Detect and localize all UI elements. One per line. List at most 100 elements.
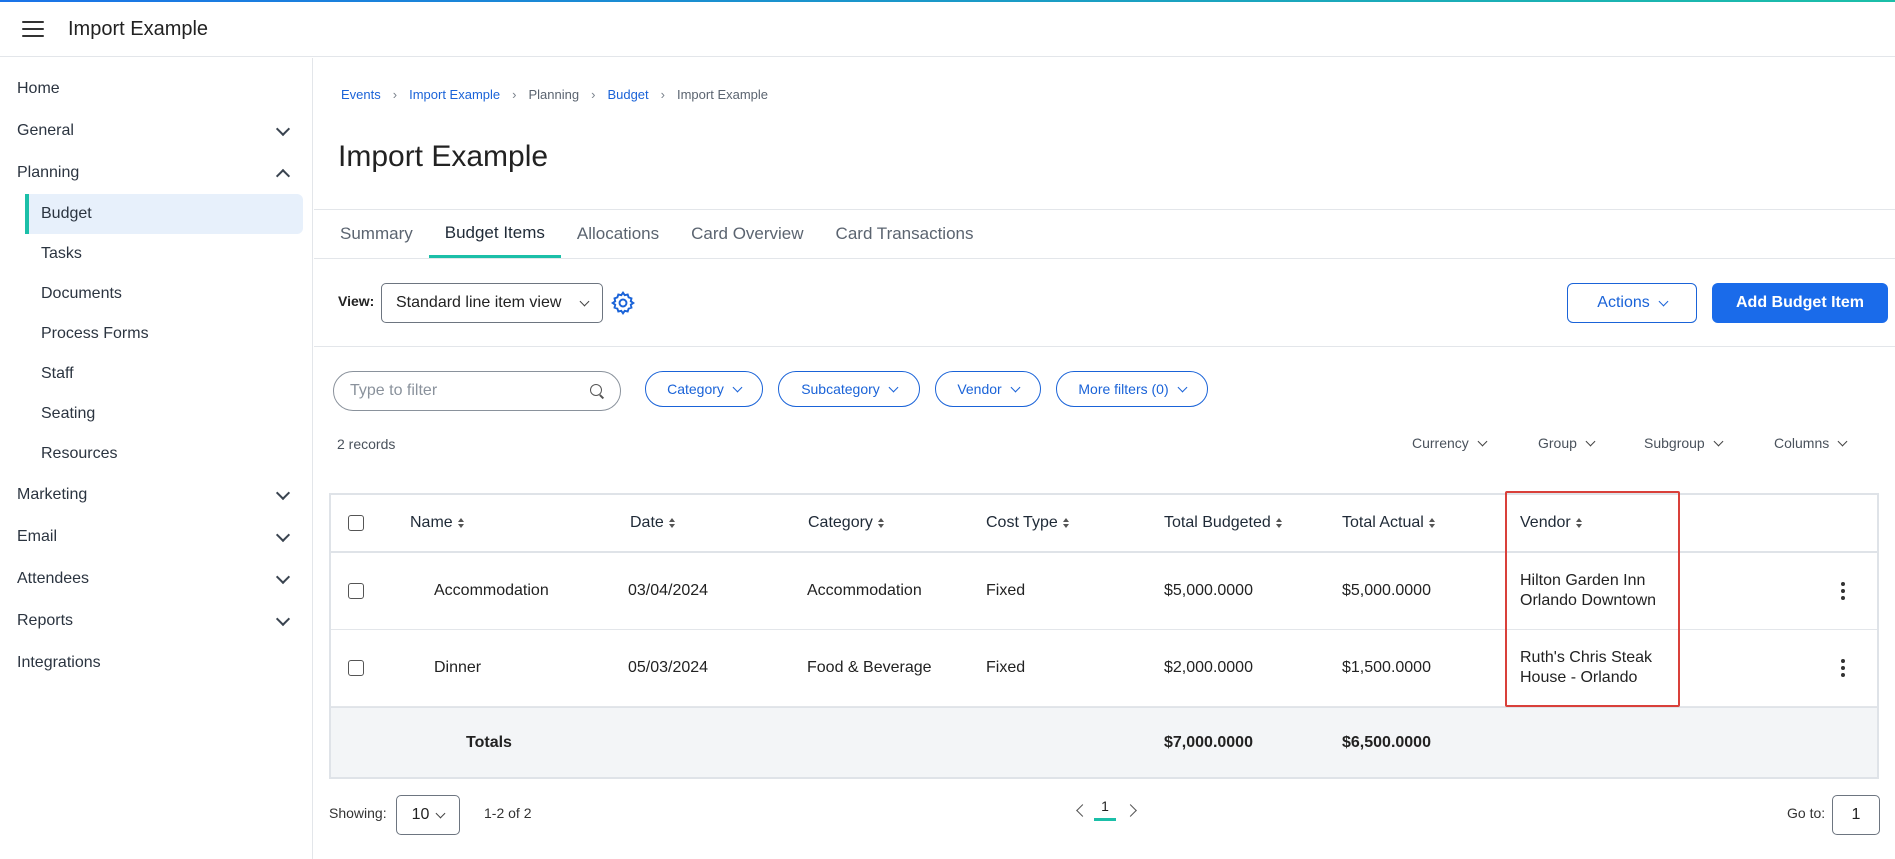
- page-range: 1-2 of 2: [484, 805, 532, 821]
- sidebar-item-attendees[interactable]: Attendees: [0, 558, 312, 600]
- add-budget-item-button[interactable]: Add Budget Item: [1712, 283, 1888, 323]
- sidebar-item-budget[interactable]: Budget: [25, 194, 303, 234]
- totals-label: Totals: [466, 733, 512, 751]
- records-count: 2 records: [337, 436, 396, 452]
- column-header-vendor[interactable]: Vendor: [1520, 514, 1582, 532]
- breadcrumb-event[interactable]: Import Example: [409, 87, 500, 102]
- sidebar-item-email[interactable]: Email: [0, 516, 312, 558]
- sidebar-item-resources[interactable]: Resources: [25, 434, 303, 474]
- chevron-down-icon: [1658, 296, 1669, 306]
- sidebar-item-reports[interactable]: Reports: [0, 600, 312, 642]
- subgroup-option[interactable]: Subgroup: [1644, 435, 1724, 451]
- cell-vendor: Ruth's Chris Steak House - Orlando: [1520, 649, 1652, 686]
- filter-vendor[interactable]: Vendor: [935, 371, 1041, 407]
- cell-cost-type: Fixed: [986, 582, 1026, 599]
- sort-icon: [1575, 518, 1582, 528]
- page-title: Import Example: [338, 140, 549, 173]
- totals-row: Totals $7,000.0000 $6,500.0000: [331, 707, 1877, 777]
- filter-input[interactable]: Type to filter: [333, 371, 621, 411]
- sidebar-item-home[interactable]: Home: [0, 68, 312, 110]
- chevron-down-icon: [275, 121, 291, 136]
- column-header-cost-type[interactable]: Cost Type: [986, 514, 1069, 532]
- sort-icon: [877, 518, 884, 528]
- view-toolbar: View: Standard line item view Actions Ad…: [314, 259, 1895, 347]
- chevron-down-icon: [1713, 436, 1724, 446]
- tab-card-overview[interactable]: Card Overview: [675, 210, 819, 258]
- sidebar-item-integrations[interactable]: Integrations: [0, 642, 312, 684]
- tab-budget-items[interactable]: Budget Items: [428, 210, 561, 258]
- tab-card-transactions[interactable]: Card Transactions: [820, 210, 990, 258]
- gear-icon[interactable]: [610, 290, 636, 316]
- sidebar-item-tasks[interactable]: Tasks: [25, 234, 303, 274]
- cell-name: Accommodation: [434, 582, 549, 599]
- chevron-left-icon[interactable]: [1076, 804, 1089, 817]
- column-header-date[interactable]: Date: [630, 514, 675, 532]
- hamburger-menu-icon[interactable]: [22, 21, 44, 37]
- cell-name: Dinner: [434, 659, 482, 676]
- row-checkbox[interactable]: [348, 583, 364, 599]
- tab-allocations[interactable]: Allocations: [561, 210, 675, 258]
- row-menu-icon[interactable]: [1841, 659, 1847, 677]
- chevron-down-icon: [1837, 436, 1848, 446]
- breadcrumb-planning: Planning: [528, 87, 580, 102]
- chevron-down-icon: [275, 611, 291, 626]
- cell-total-budgeted: $5,000.0000: [1164, 582, 1253, 599]
- table-row[interactable]: Dinner 05/03/2024 Food & Beverage Fixed …: [331, 630, 1877, 707]
- column-header-total-budgeted[interactable]: Total Budgeted: [1164, 514, 1282, 532]
- sidebar-item-planning[interactable]: Planning: [0, 152, 312, 194]
- actions-button[interactable]: Actions: [1567, 283, 1697, 323]
- sort-icon: [668, 518, 675, 528]
- sidebar-item-documents[interactable]: Documents: [25, 274, 303, 314]
- sort-icon: [1275, 518, 1282, 528]
- chevron-right-icon: ›: [660, 87, 665, 102]
- cell-total-actual: $1,500.0000: [1342, 659, 1431, 676]
- goto-label: Go to:: [1787, 805, 1826, 821]
- search-icon: [590, 384, 604, 398]
- sort-icon: [1428, 518, 1435, 528]
- currency-option[interactable]: Currency: [1412, 435, 1488, 451]
- chevron-down-icon: [732, 382, 743, 392]
- row-checkbox[interactable]: [348, 660, 364, 676]
- sidebar-item-marketing[interactable]: Marketing: [0, 474, 312, 516]
- sidebar-item-general[interactable]: General: [0, 110, 312, 152]
- row-menu-icon[interactable]: [1841, 582, 1847, 600]
- chevron-right-icon[interactable]: [1124, 804, 1137, 817]
- filter-subcategory[interactable]: Subcategory: [778, 371, 920, 407]
- view-label: View:: [338, 293, 375, 309]
- chevron-down-icon: [579, 296, 590, 306]
- breadcrumb-events[interactable]: Events: [341, 87, 381, 102]
- columns-option[interactable]: Columns: [1774, 435, 1848, 451]
- group-option[interactable]: Group: [1538, 435, 1596, 451]
- cell-category: Accommodation: [807, 582, 922, 599]
- cell-total-actual: $5,000.0000: [1342, 582, 1431, 599]
- column-header-category[interactable]: Category: [808, 514, 884, 532]
- page-number[interactable]: 1: [1094, 798, 1116, 821]
- chevron-down-icon: [275, 527, 291, 542]
- sidebar-item-staff[interactable]: Staff: [25, 354, 303, 394]
- column-header-name[interactable]: Name: [410, 514, 464, 532]
- sidebar-item-process-forms[interactable]: Process Forms: [25, 314, 303, 354]
- chevron-down-icon: [1177, 382, 1188, 392]
- page-size-select[interactable]: 10: [396, 795, 460, 835]
- cell-vendor: Hilton Garden Inn Orlando Downtown: [1520, 572, 1657, 609]
- tab-bar: Summary Budget Items Allocations Card Ov…: [314, 209, 1895, 259]
- app-title: Import Example: [68, 17, 209, 40]
- totals-actual: $6,500.0000: [1342, 733, 1431, 751]
- view-select[interactable]: Standard line item view: [381, 283, 603, 323]
- table-row[interactable]: Accommodation 03/04/2024 Accommodation F…: [331, 553, 1877, 630]
- goto-input[interactable]: 1: [1832, 795, 1880, 835]
- breadcrumb: Events › Import Example › Planning › Bud…: [341, 87, 768, 102]
- cell-category: Food & Beverage: [807, 659, 932, 676]
- select-all-checkbox[interactable]: [348, 515, 364, 531]
- filter-more[interactable]: More filters (0): [1056, 371, 1208, 407]
- column-header-total-actual[interactable]: Total Actual: [1342, 514, 1435, 532]
- cell-date: 03/04/2024: [628, 582, 709, 599]
- chevron-right-icon: ›: [591, 87, 596, 102]
- showing-label: Showing:: [329, 805, 387, 821]
- top-bar: Import Example: [0, 2, 1895, 57]
- tab-summary[interactable]: Summary: [324, 210, 429, 258]
- filter-category[interactable]: Category: [645, 371, 763, 407]
- sidebar-item-seating[interactable]: Seating: [25, 394, 303, 434]
- chevron-down-icon: [888, 382, 899, 392]
- breadcrumb-budget[interactable]: Budget: [607, 87, 648, 102]
